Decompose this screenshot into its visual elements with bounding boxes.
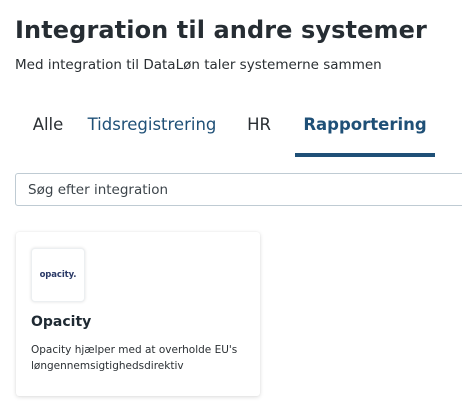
tab-hr[interactable]: HR bbox=[223, 100, 295, 148]
opacity-logo: opacity. bbox=[31, 248, 85, 302]
category-tabs: Alle Tidsregistrering HR Rapportering bbox=[15, 100, 435, 158]
integration-description: Opacity hjælper med at overholde EU's lø… bbox=[31, 344, 238, 372]
tab-alle[interactable]: Alle bbox=[15, 100, 81, 148]
tab-rapportering[interactable]: Rapportering bbox=[295, 100, 435, 157]
tab-tidsregistrering[interactable]: Tidsregistrering bbox=[81, 100, 223, 148]
opacity-logo-text: opacity. bbox=[39, 270, 77, 280]
page-subtitle: Med integration til DataLøn taler system… bbox=[15, 57, 382, 73]
integration-name: Opacity bbox=[31, 314, 92, 330]
search-input[interactable] bbox=[15, 173, 462, 206]
integration-card-opacity[interactable]: opacity. Opacity Opacity hjælper med at … bbox=[16, 232, 260, 396]
page-title: Integration til andre systemer bbox=[15, 16, 427, 44]
